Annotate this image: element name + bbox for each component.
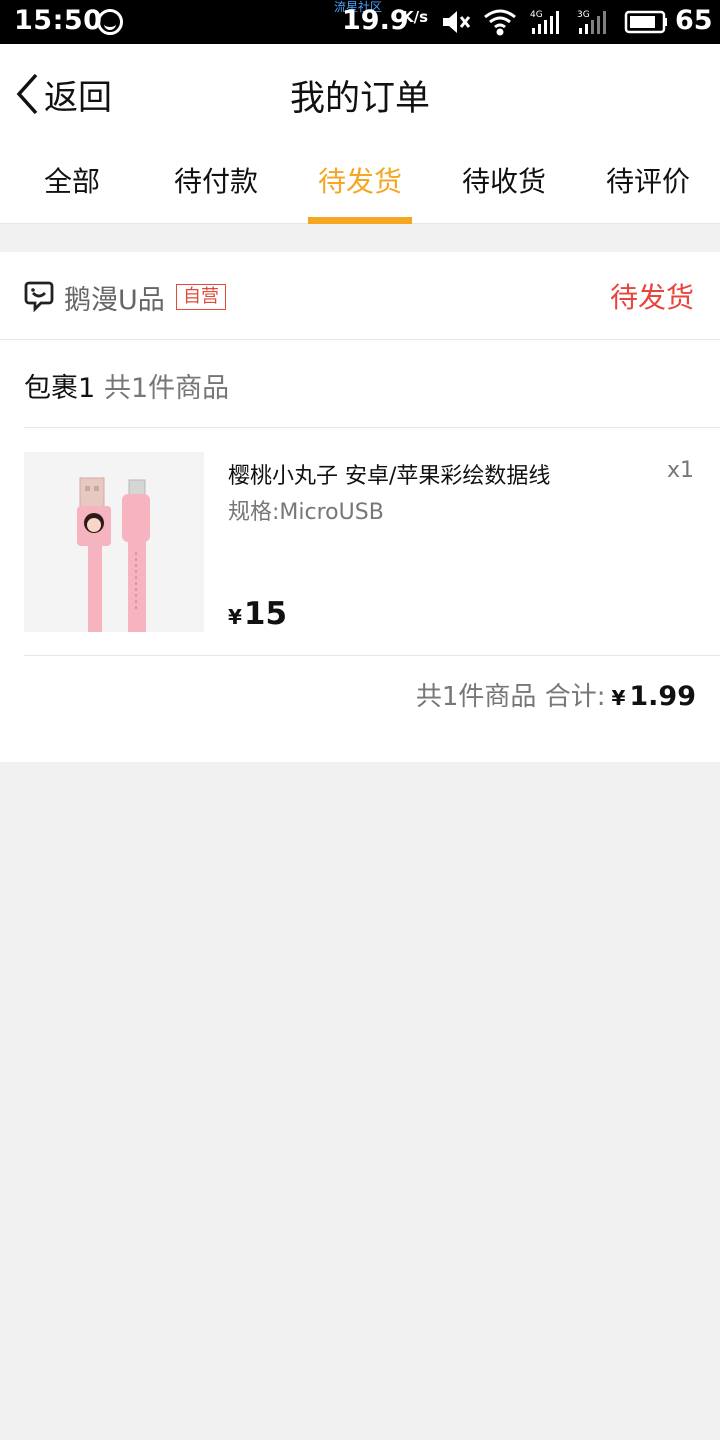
package-label: 包裹1: [24, 373, 96, 404]
package-count: 共1件商品: [104, 373, 230, 404]
summary-currency: ¥: [611, 686, 626, 710]
package-row: 包裹1 共1件商品: [0, 340, 720, 428]
product-image[interactable]: [24, 452, 204, 632]
wifi-icon: [484, 9, 516, 36]
network-speed-unit: K/s: [402, 8, 429, 26]
signal-3g-icon: 3G: [577, 10, 606, 34]
tab-pending-receipt[interactable]: 待收货: [432, 144, 576, 224]
product-quantity: x1: [666, 458, 694, 483]
product-item[interactable]: 樱桃小丸子 安卓/苹果彩绘数据线 规格:MicroUSB x1 ¥15: [0, 428, 720, 656]
order-summary: 共1件商品 合计: ¥1.99: [416, 676, 696, 713]
status-time: 15:50: [14, 5, 103, 36]
notification-icon: [97, 9, 123, 35]
svg-text:4G: 4G: [530, 10, 543, 20]
product-spec: 规格:MicroUSB: [228, 500, 384, 525]
tab-pending-shipment[interactable]: 待发货: [288, 144, 432, 224]
tab-pending-payment[interactable]: 待付款: [144, 144, 288, 224]
battery-level: 65: [675, 5, 713, 36]
shop-row[interactable]: 鹅漫U品 自营 待发货: [0, 252, 720, 340]
status-bar: 15:50 流星社区 19.9 K/s 4G 3G 65: [0, 0, 720, 44]
divider: [24, 655, 720, 656]
summary-count: 共1件商品: [415, 682, 537, 712]
svg-text:3G: 3G: [577, 10, 590, 20]
battery-icon: [624, 10, 667, 34]
shop-icon: [24, 281, 54, 312]
order-tabs: 全部 待付款 待发货 待收货 待评价: [0, 144, 720, 224]
price-value: 15: [243, 596, 288, 632]
mute-icon: [443, 11, 471, 33]
status-icons: 4G 3G: [443, 9, 667, 36]
order-status: 待发货: [609, 281, 694, 314]
product-price: ¥15: [228, 596, 287, 632]
tab-all[interactable]: 全部: [0, 144, 144, 224]
summary-total-label: 合计:: [544, 682, 606, 712]
page-title: 我的订单: [289, 79, 430, 119]
summary-total: 1.99: [629, 681, 696, 712]
app-header: 返回 我的订单: [0, 44, 720, 144]
currency-symbol: ¥: [228, 605, 242, 629]
shop-name[interactable]: 鹅漫U品: [64, 278, 165, 317]
order-card[interactable]: 鹅漫U品 自营 待发货 包裹1 共1件商品 樱桃小丸子 安卓/苹果彩绘数据线 规…: [0, 252, 720, 762]
product-name[interactable]: 樱桃小丸子 安卓/苹果彩绘数据线: [228, 458, 550, 490]
self-operated-badge: 自营: [176, 284, 226, 310]
network-speed: 19.9: [342, 5, 409, 36]
tab-pending-review[interactable]: 待评价: [576, 144, 720, 224]
signal-4g-icon: 4G: [530, 10, 559, 34]
